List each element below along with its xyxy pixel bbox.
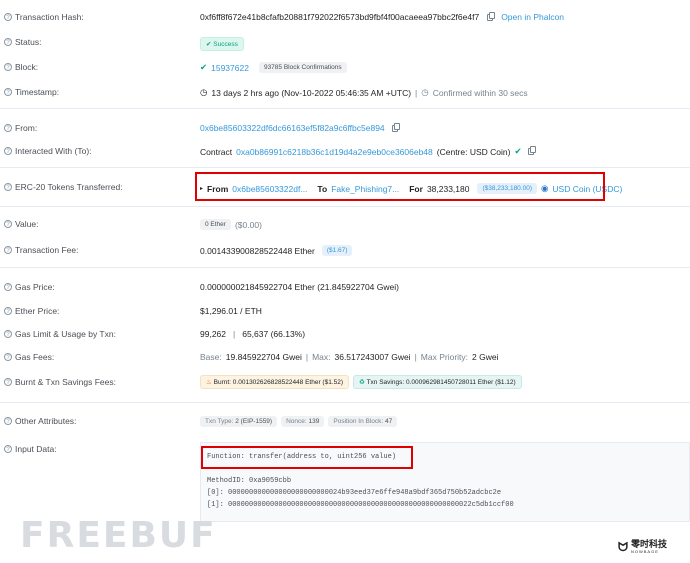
- help-icon[interactable]: ?: [4, 147, 12, 155]
- base-fee-value: 19.845922704 Gwei: [225, 352, 302, 362]
- position-badge: Position In Block: 47: [328, 416, 398, 427]
- value-usd: ($0.00): [234, 219, 262, 230]
- copy-icon[interactable]: [527, 146, 536, 155]
- txn-savings-badge: ♻ Txn Savings: 0.000962981450728011 Ethe…: [353, 375, 522, 389]
- copy-icon[interactable]: [487, 11, 496, 21]
- hourglass-icon: ◷: [421, 87, 429, 97]
- savings-icon: ♻: [359, 379, 365, 386]
- confirmed-within: Confirmed within 30 secs: [432, 87, 528, 98]
- input-param-0: [0]: 000000000000000000000000024b93eed37…: [207, 489, 502, 497]
- from-address-link[interactable]: 0x6be85603322df6dc66163ef5f82a9c6ffbc5e8…: [200, 123, 385, 133]
- help-icon[interactable]: ?: [4, 330, 12, 338]
- divider: [0, 167, 690, 168]
- help-icon[interactable]: ?: [4, 220, 12, 228]
- divider: [0, 206, 690, 207]
- help-icon[interactable]: ?: [4, 307, 12, 315]
- fee-usd-badge: ($1.67): [321, 245, 353, 256]
- freebuf-watermark: FREEBUF: [20, 515, 217, 556]
- highlight-box: [195, 172, 605, 201]
- help-icon[interactable]: ?: [4, 246, 12, 254]
- help-icon[interactable]: ?: [4, 283, 12, 291]
- ether-price-value: $1,296.01 / ETH: [200, 306, 262, 316]
- txn-type-badge: Txn Type: 2 (EIP-1559): [200, 416, 278, 427]
- status-badge: ✔ Success: [200, 37, 244, 51]
- burnt-badge: ♨ Burnt: 0.001302626828522448 Ether ($1.…: [200, 375, 350, 389]
- help-icon[interactable]: ?: [4, 445, 12, 453]
- gas-price-value: 0.000000021845922704 Ether (21.845922704…: [200, 282, 399, 292]
- logo-mark-icon: ᗢ: [618, 540, 628, 554]
- max-priority-value: 2 Gwei: [472, 352, 499, 362]
- help-icon[interactable]: ?: [4, 124, 12, 132]
- highlight-box: [201, 446, 413, 469]
- nonce-badge: Nonce: 139: [281, 416, 325, 427]
- logo-subtitle: NOWBAGE: [630, 549, 659, 554]
- clock-icon: ◷: [200, 87, 208, 97]
- divider: [0, 267, 690, 268]
- input-method-id: MethodID: 0xa9059cbb: [207, 477, 292, 485]
- help-icon[interactable]: ?: [4, 38, 12, 46]
- help-icon[interactable]: ?: [4, 13, 12, 21]
- company-logo: ᗢ 零时科技 NOWBAGE: [618, 540, 667, 555]
- block-confirmations-badge: 93785 Block Confirmations: [258, 62, 347, 73]
- verified-check-icon: ✔: [514, 146, 522, 156]
- contract-name: (Centre: USD Coin): [436, 146, 511, 157]
- input-param-1: [1]: 00000000000000000000000000000000000…: [207, 501, 514, 509]
- contract-address-link[interactable]: 0xa0b86991c6218b36c1d19d4a2e9eb0ce3606eb…: [236, 147, 433, 157]
- value-badge: 0 Ether: [200, 219, 231, 230]
- max-fee-value: 36.517243007 Gwei: [334, 352, 411, 362]
- help-icon[interactable]: ?: [4, 183, 12, 191]
- divider: [0, 108, 690, 109]
- tx-hash-value: 0xf6ff8f672e41b8cfafb20881f792022f6573bd…: [200, 12, 480, 22]
- flame-icon: ♨: [206, 379, 212, 386]
- gas-limit-value: 99,262: [200, 329, 226, 339]
- block-number-link[interactable]: 15937622: [211, 63, 249, 73]
- help-icon[interactable]: ?: [4, 378, 12, 386]
- help-icon[interactable]: ?: [4, 88, 12, 96]
- help-icon[interactable]: ?: [4, 353, 12, 361]
- timestamp-value: 13 days 2 hrs ago (Nov-10-2022 05:46:35 …: [211, 87, 412, 98]
- help-icon[interactable]: ?: [4, 63, 12, 71]
- copy-icon[interactable]: [391, 122, 400, 132]
- divider: [0, 402, 690, 403]
- check-circle-icon: ✔: [200, 62, 208, 72]
- fee-value: 0.001433900828522448 Ether: [200, 245, 315, 256]
- open-in-phalcon-link[interactable]: Open in Phalcon: [501, 12, 564, 22]
- help-icon[interactable]: ?: [4, 417, 12, 425]
- gas-usage-value: 65,637 (66.13%): [242, 329, 306, 339]
- tx-hash-label: ? Transaction Hash:: [4, 12, 84, 22]
